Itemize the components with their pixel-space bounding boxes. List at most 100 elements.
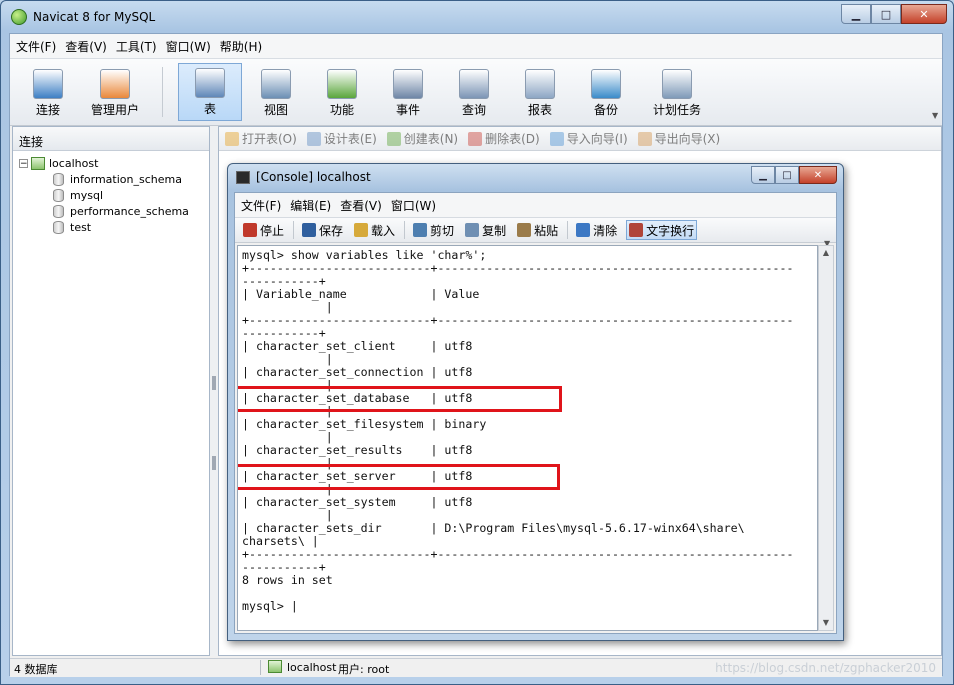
toolbar-separator [293,221,295,239]
toolbar-queries-button[interactable]: 查询 [444,65,504,121]
collapse-icon[interactable]: − [19,158,28,168]
load-button[interactable]: 载入 [352,220,397,240]
clear-button[interactable]: 清除 [574,220,619,240]
toolbar-manage-users-button[interactable]: 管理用户 [82,65,148,121]
schedule-icon [662,69,692,99]
toolbar-events-button[interactable]: 事件 [378,65,438,121]
console-toolbar: 停止 保存 载入 剪切 复制 粘贴 清除 文字换行 [235,217,836,243]
server-label: localhost [49,156,99,170]
stop-button[interactable]: 停止 [241,220,286,240]
server-status-icon [268,660,282,673]
console-menu-edit[interactable]: 编辑(E) [290,197,331,214]
console-window: [Console] localhost ▁ □ ✕ 文件(F) 编辑(E) 查看… [227,163,844,641]
toolbar-reports-button[interactable]: 报表 [510,65,570,121]
create-table-button[interactable]: 创建表(N) [386,130,458,147]
console-line: -----------+ [242,326,326,340]
console-output[interactable]: mysql> show variables like 'char%'; +---… [237,245,818,631]
splitter-grip[interactable] [212,376,216,390]
database-count: 4 数据库 [14,663,58,676]
highlight-box-server [238,464,560,490]
load-icon [354,223,369,237]
user-icon [100,69,130,99]
export-icon [637,131,652,146]
toolbar-label: 计划任务 [652,103,701,117]
design-table-button[interactable]: 设计表(E) [306,130,377,147]
menu-window[interactable]: 窗口(W) [166,38,211,55]
console-line: +--------------------------+------------… [242,261,794,275]
function-icon [327,69,357,99]
console-maximize-button[interactable]: □ [775,166,799,184]
tree-item-database[interactable]: performance_schema [53,203,189,219]
console-close-button[interactable]: ✕ [799,166,837,184]
close-button[interactable]: ✕ [901,4,947,24]
button-label: 打开表(O) [242,132,297,146]
console-line: +--------------------------+------------… [242,313,794,327]
event-icon [393,69,423,99]
console-menu-window[interactable]: 窗口(W) [391,197,436,214]
toolbar-functions-button[interactable]: 功能 [312,65,372,121]
toolbar-label: 报表 [527,103,552,117]
word-wrap-button[interactable]: 文字换行 [626,220,698,240]
export-wizard-button[interactable]: 导出向导(X) [637,130,721,147]
splitter-grip[interactable] [212,456,216,470]
database-label: mysql [70,188,103,202]
console-line: charsets\ | [242,534,319,548]
database-icon [53,204,64,218]
navicat-main-window: Navicat 8 for MySQL ▁ □ ✕ 文件(F) 查看(V) 工具… [0,0,954,685]
toolbar-schedule-button[interactable]: 计划任务 [642,65,712,121]
paste-button[interactable]: 粘贴 [515,220,560,240]
button-label: 导出向导(X) [654,132,721,146]
backup-icon [591,69,621,99]
import-icon [549,131,564,146]
status-user: 用户: root [338,663,390,676]
console-line: | [242,508,333,522]
menu-help[interactable]: 帮助(H) [220,38,262,55]
console-vertical-scrollbar[interactable]: ▲ ▼ [818,245,834,631]
highlight-box-database [238,386,562,412]
copy-icon [465,223,480,237]
console-menu-view[interactable]: 查看(V) [340,197,382,214]
paste-icon [517,223,532,237]
menu-bar: 文件(F) 查看(V) 工具(T) 窗口(W) 帮助(H) [10,34,942,58]
tree-item-database[interactable]: mysql [53,187,103,203]
scroll-down-icon[interactable]: ▼ [821,618,831,628]
console-line: 8 rows in set [242,573,333,587]
cut-button[interactable]: 剪切 [411,220,456,240]
toolbar-backup-button[interactable]: 备份 [576,65,636,121]
table-icon [195,68,225,98]
toolbar-views-button[interactable]: 视图 [246,65,306,121]
delete-table-button[interactable]: 删除表(D) [468,130,540,147]
toolbar-label: 事件 [395,103,420,117]
console-line: -----------+ [242,274,326,288]
toolbar-overflow-icon[interactable]: ▼ [932,111,938,120]
copy-button[interactable]: 复制 [463,220,508,240]
console-minimize-button[interactable]: ▁ [751,166,775,184]
toolbar-tables-button[interactable]: 表 [178,63,242,121]
database-label: information_schema [70,172,182,186]
menu-file[interactable]: 文件(F) [16,38,56,55]
maximize-button[interactable]: □ [871,4,901,24]
console-window-controls: ▁ □ ✕ [751,166,837,184]
pane-splitter[interactable] [210,126,218,656]
stop-icon [243,223,257,237]
toolbar-connect-button[interactable]: 连接 [18,65,78,121]
tree-item-server[interactable]: − localhost [19,155,98,171]
minimize-button[interactable]: ▁ [841,4,871,24]
menu-view[interactable]: 查看(V) [65,38,107,55]
tree-item-database[interactable]: test [53,219,91,235]
console-line: | character_set_filesystem | binary [242,417,487,431]
console-line: mysql> | [242,599,298,613]
console-line: | character_sets_dir | D:\Program Files\… [242,521,745,535]
console-menu-file[interactable]: 文件(F) [241,197,281,214]
console-title-bar[interactable]: [Console] localhost [236,170,371,184]
delete-table-icon [468,131,483,146]
open-table-button[interactable]: 打开表(O) [225,130,297,147]
import-wizard-button[interactable]: 导入向导(I) [549,130,628,147]
menu-tools[interactable]: 工具(T) [116,38,157,55]
tree-item-database[interactable]: information_schema [53,171,182,187]
scroll-up-icon[interactable]: ▲ [821,248,831,258]
toolbar-separator [162,67,163,117]
connection-pane-header: 连接 [13,127,209,151]
save-button[interactable]: 保存 [300,220,345,240]
title-bar[interactable]: Navicat 8 for MySQL ▁ □ ✕ [1,1,953,33]
